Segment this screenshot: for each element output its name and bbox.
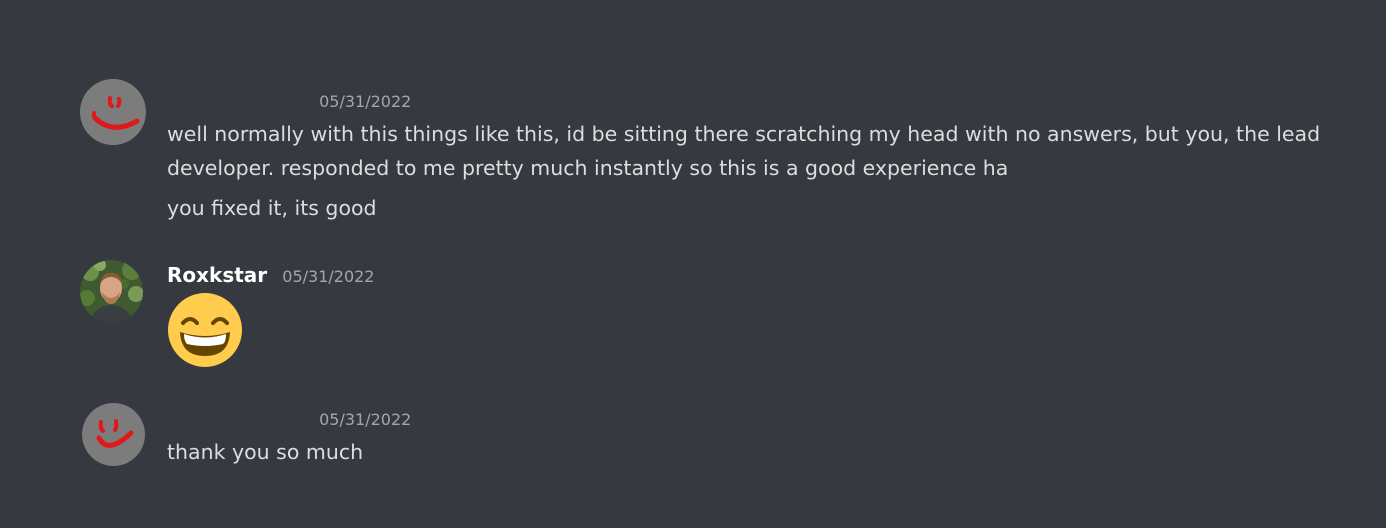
user-avatar[interactable]: [80, 260, 143, 323]
message-text-line: developer. responded to me pretty much i…: [167, 156, 1009, 180]
message-text-line: thank you so much: [167, 440, 364, 464]
message-header: 05/31/2022: [167, 91, 411, 113]
grinning-face-emoji-icon: [167, 292, 243, 368]
user-avatar[interactable]: [80, 79, 146, 145]
profile-photo-icon: [80, 260, 143, 323]
timestamp: 05/31/2022: [282, 267, 375, 286]
username[interactable]: Roxkstar: [167, 263, 267, 287]
user-avatar[interactable]: [82, 403, 145, 466]
message-text-line: well normally with this things like this…: [167, 122, 1321, 146]
message-header: 05/31/2022: [167, 409, 411, 431]
timestamp: 05/31/2022: [319, 92, 412, 111]
message-text-line: you fixed it, its good: [167, 196, 377, 220]
timestamp: 05/31/2022: [319, 410, 412, 429]
red-smiley-icon: [82, 403, 145, 466]
red-smiley-icon: [80, 79, 146, 145]
message-header: Roxkstar 05/31/2022: [167, 264, 374, 288]
